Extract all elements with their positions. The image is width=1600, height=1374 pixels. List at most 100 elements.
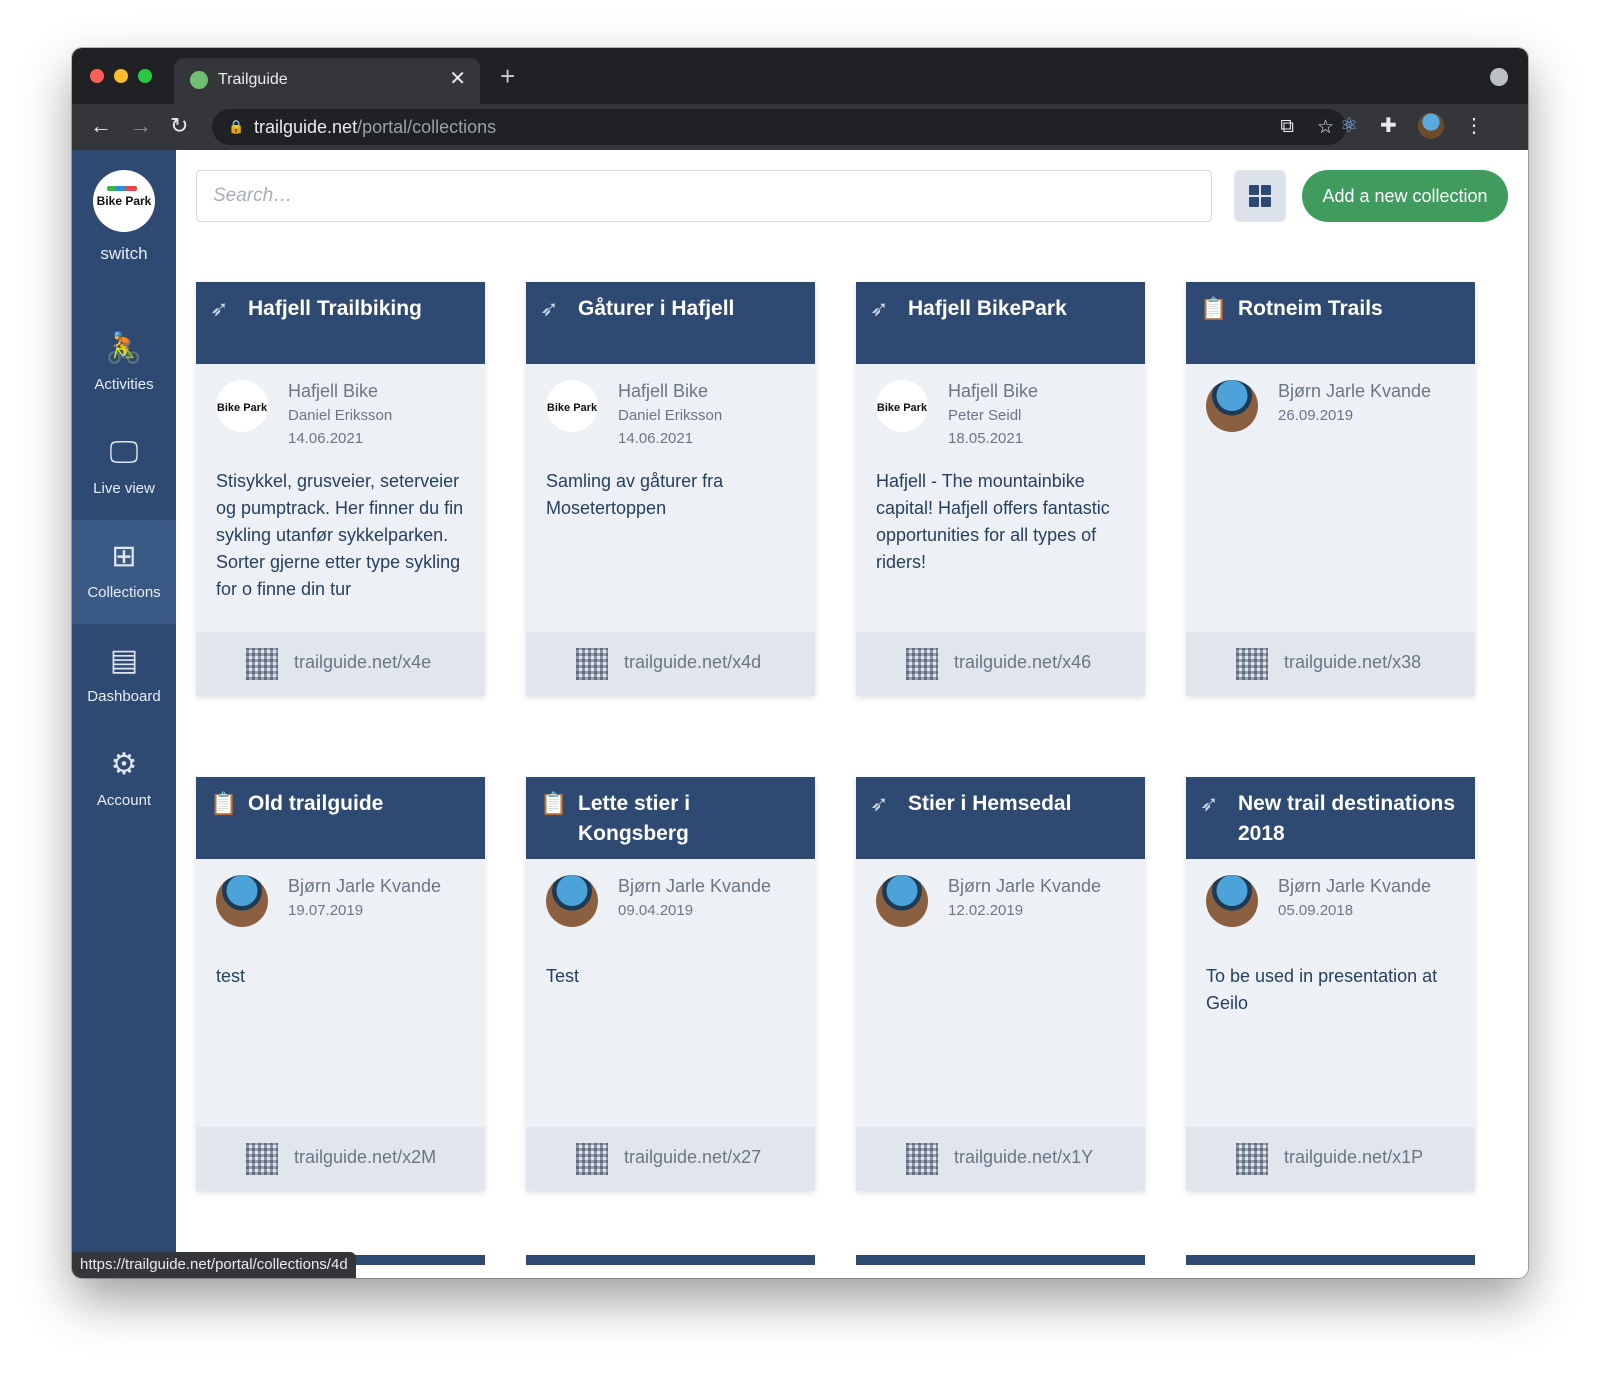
card-date: 26.09.2019 <box>1278 407 1354 424</box>
card-title[interactable]: Hafjell BikePark <box>908 294 1133 324</box>
collections-grid-plus-icon: ⊞ <box>111 540 137 573</box>
browser-tab[interactable]: Trailguide ✕ <box>174 58 480 104</box>
card-header[interactable]: ➶ Hafjell Trailbiking <box>196 282 485 364</box>
close-tab-icon[interactable]: ✕ <box>449 68 466 90</box>
qr-code-icon[interactable] <box>576 648 608 680</box>
grid-cell-icon <box>1249 185 1259 195</box>
card-title[interactable]: Hafjell Trailbiking <box>248 294 473 324</box>
qr-code-icon[interactable] <box>906 1143 938 1175</box>
card-header[interactable]: 📋 Old trailguide <box>196 777 485 859</box>
partial-card-header <box>526 1255 815 1265</box>
card-title[interactable]: Lette stier i Kongsberg <box>578 789 803 849</box>
card-header[interactable]: ➶ Gåturer i Hafjell <box>526 282 815 364</box>
qr-code-icon[interactable] <box>246 1143 278 1175</box>
browser-menu-icon[interactable]: ⋮ <box>1464 113 1484 138</box>
grid-cell-icon <box>1249 197 1259 207</box>
card-footer[interactable]: trailguide.net/x4e <box>196 632 485 696</box>
url-host: trailguide.net <box>254 117 358 137</box>
sidebar-item-activities[interactable]: 🚴 Activities <box>72 312 176 416</box>
short-link[interactable]: trailguide.net/x2M <box>294 1147 436 1168</box>
sidebar-item-account[interactable]: ⚙ Account <box>72 728 176 832</box>
card-footer[interactable]: trailguide.net/x27 <box>526 1127 815 1191</box>
profile-avatar-icon[interactable] <box>1418 113 1444 139</box>
qr-code-icon[interactable] <box>1236 1143 1268 1175</box>
card-title[interactable]: Old trailguide <box>248 789 473 819</box>
qr-code-icon[interactable] <box>1236 648 1268 680</box>
card-footer[interactable]: trailguide.net/x46 <box>856 632 1145 696</box>
card-footer[interactable]: trailguide.net/x1P <box>1186 1127 1475 1191</box>
owner-avatar <box>1206 380 1258 432</box>
switch-link[interactable]: switch <box>72 244 176 264</box>
short-link[interactable]: trailguide.net/x4e <box>294 652 431 673</box>
card-description: Test <box>546 966 580 986</box>
card-footer[interactable]: trailguide.net/x1Y <box>856 1127 1145 1191</box>
minimize-window-button[interactable] <box>114 69 128 83</box>
gear-icon: ⚙ <box>110 748 138 781</box>
grid-cell-icon <box>1261 185 1271 195</box>
short-link[interactable]: trailguide.net/x4d <box>624 652 761 673</box>
extensions-icon[interactable]: ✚ <box>1380 113 1397 138</box>
sidebar-item-live-view[interactable]: 🖵 Live view <box>72 416 176 520</box>
sidebar-item-collections[interactable]: ⊞ Collections <box>72 520 176 624</box>
add-collection-button[interactable]: Add a new collection <box>1302 170 1508 222</box>
org-logo[interactable]: Bike Park <box>93 170 155 232</box>
short-link[interactable]: trailguide.net/x46 <box>954 652 1091 673</box>
card-footer[interactable]: trailguide.net/x4d <box>526 632 815 696</box>
collection-card[interactable]: 📋 Rotneim Trails Bjørn Jarle Kvande 26.0… <box>1186 282 1475 696</box>
status-bar-url: https://trailguide.net/portal/collection… <box>72 1252 356 1278</box>
collection-card[interactable]: ➶ Hafjell BikePark Bike Park Hafjell Bik… <box>856 282 1145 696</box>
bookmark-star-icon[interactable]: ☆ <box>1317 116 1334 139</box>
short-link[interactable]: trailguide.net/x38 <box>1284 652 1421 673</box>
tab-search-icon[interactable] <box>1490 68 1508 86</box>
card-title[interactable]: New trail destinations 2018 <box>1238 789 1463 849</box>
url-text: trailguide.net/portal/collections <box>254 117 496 138</box>
card-description: test <box>216 966 246 986</box>
card-title[interactable]: Gåturer i Hafjell <box>578 294 803 324</box>
card-owner: Bjørn Jarle Kvande <box>288 876 442 896</box>
card-footer[interactable]: trailguide.net/x38 <box>1186 632 1475 696</box>
maximize-window-button[interactable] <box>138 69 152 83</box>
short-link[interactable]: trailguide.net/x1P <box>1284 1147 1423 1168</box>
collection-card[interactable]: ➶ Stier i Hemsedal Bjørn Jarle Kvande 12… <box>856 777 1145 1191</box>
share-icon[interactable]: ⧉ <box>1280 116 1294 138</box>
reload-icon[interactable]: ↻ <box>170 112 188 140</box>
collection-card[interactable]: ➶ New trail destinations 2018 Bjørn Jarl… <box>1186 777 1475 1191</box>
sidebar-item-label: Live view <box>93 480 155 497</box>
collection-card[interactable]: 📋 Lette stier i Kongsberg Bjørn Jarle Kv… <box>526 777 815 1191</box>
react-devtools-icon[interactable]: ⚛ <box>1340 113 1358 138</box>
card-header[interactable]: 📋 Lette stier i Kongsberg <box>526 777 815 859</box>
sidebar-item-label: Account <box>96 792 152 809</box>
back-icon[interactable]: ← <box>90 112 112 140</box>
search-input[interactable] <box>196 170 1212 222</box>
new-tab-icon[interactable]: + <box>500 62 515 90</box>
card-title[interactable]: Rotneim Trails <box>1238 294 1463 324</box>
card-header[interactable]: 📋 Rotneim Trails <box>1186 282 1475 364</box>
forward-icon[interactable]: → <box>130 112 152 140</box>
address-bar[interactable]: 🔒 trailguide.net/portal/collections ⧉ ☆ <box>212 109 1346 145</box>
short-link[interactable]: trailguide.net/x27 <box>624 1147 761 1168</box>
collection-card[interactable]: ➶ Hafjell Trailbiking Bike Park Hafjell … <box>196 282 485 696</box>
short-link[interactable]: trailguide.net/x1Y <box>954 1147 1093 1168</box>
clipboard-search-icon: 📋 <box>540 791 568 816</box>
trailguide-favicon-icon <box>190 71 208 89</box>
qr-code-icon[interactable] <box>246 648 278 680</box>
qr-code-icon[interactable] <box>906 648 938 680</box>
card-description: Samling av gåturer fra Mosetertoppen <box>546 471 724 518</box>
close-window-button[interactable] <box>90 69 104 83</box>
card-owner: Bjørn Jarle Kvande <box>948 876 1102 896</box>
monitor-eye-icon: 🖵 <box>109 436 139 469</box>
card-owner: Hafjell Bike <box>618 381 709 401</box>
card-header[interactable]: ➶ Hafjell BikePark <box>856 282 1145 364</box>
card-date: 14.06.2021 <box>288 430 364 447</box>
collection-card[interactable]: 📋 Old trailguide Bjørn Jarle Kvande 19.0… <box>196 777 485 1191</box>
sidebar-item-dashboard[interactable]: ▤ Dashboard <box>72 624 176 728</box>
collection-card[interactable]: ➶ Gåturer i Hafjell Bike Park Hafjell Bi… <box>526 282 815 696</box>
card-title[interactable]: Stier i Hemsedal <box>908 789 1133 819</box>
grid-view-toggle[interactable] <box>1234 170 1286 222</box>
card-footer[interactable]: trailguide.net/x2M <box>196 1127 485 1191</box>
card-meta: Bjørn Jarle Kvande 26.09.2019 <box>1278 378 1467 427</box>
sidebar-item-label: Dashboard <box>87 688 161 705</box>
card-header[interactable]: ➶ New trail destinations 2018 <box>1186 777 1475 859</box>
card-header[interactable]: ➶ Stier i Hemsedal <box>856 777 1145 859</box>
qr-code-icon[interactable] <box>576 1143 608 1175</box>
